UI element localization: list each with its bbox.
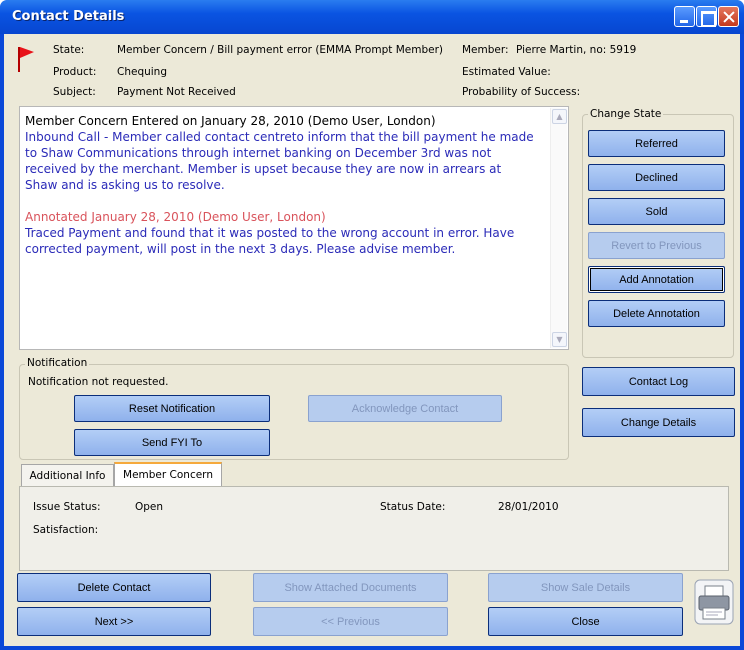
close-button[interactable]: Close — [488, 607, 683, 636]
tab-member-concern[interactable]: Member Concern — [114, 462, 222, 486]
next-button[interactable]: Next >> — [17, 607, 211, 636]
maximize-button[interactable] — [696, 6, 717, 27]
close-window-button[interactable] — [718, 6, 739, 27]
declined-button[interactable]: Declined — [588, 164, 725, 191]
note-text-line: received by the merchant. Member is upse… — [25, 162, 502, 176]
subject-label: Subject: — [53, 86, 96, 98]
send-fyi-button[interactable]: Send FYI To — [74, 429, 270, 456]
note-text-line: to Shaw Communications through internet … — [25, 146, 492, 160]
scroll-up-arrow-icon[interactable]: ▲ — [552, 109, 567, 124]
product-label: Product: — [53, 66, 97, 78]
note-text-line: corrected payment, will post in the next… — [25, 242, 456, 256]
notes-scrollbar[interactable]: ▲ ▼ — [550, 108, 567, 348]
satisfaction-label: Satisfaction: — [33, 524, 99, 536]
note-text-line: Traced Payment and found that it was pos… — [25, 226, 515, 240]
contact-details-window: Contact Details State: Member Concern / … — [0, 0, 744, 650]
previous-button[interactable]: << Previous — [253, 607, 448, 636]
member-concern-panel: Issue Status: Open Status Date: 28/01/20… — [19, 486, 729, 571]
estimated-value-label: Estimated Value: — [462, 66, 551, 78]
window-title: Contact Details — [12, 9, 125, 24]
annotation-header: Annotated January 28, 2010 (Demo User, L… — [25, 210, 326, 224]
minimize-button[interactable] — [674, 6, 695, 27]
state-value: Member Concern / Bill payment error (EMM… — [117, 44, 443, 56]
subject-value: Payment Not Received — [117, 86, 236, 98]
add-annotation-button[interactable]: Add Annotation — [588, 266, 725, 293]
member-value: Pierre Martin, no: 5919 — [516, 44, 637, 56]
delete-annotation-button[interactable]: Delete Annotation — [588, 300, 725, 327]
acknowledge-contact-button[interactable]: Acknowledge Contact — [308, 395, 502, 422]
state-label: State: — [53, 44, 85, 56]
notes-textbox[interactable]: Member Concern Entered on January 28, 20… — [19, 106, 569, 350]
scroll-down-arrow-icon[interactable]: ▼ — [552, 332, 567, 347]
revert-to-previous-button[interactable]: Revert to Previous — [588, 232, 725, 259]
flag-icon — [18, 47, 34, 72]
status-date-label: Status Date: — [380, 501, 446, 513]
show-sale-details-button[interactable]: Show Sale Details — [488, 573, 683, 602]
note-text-line: Shaw and is asking us to resolve. — [25, 178, 225, 192]
reset-notification-button[interactable]: Reset Notification — [74, 395, 270, 422]
show-attached-documents-button[interactable]: Show Attached Documents — [253, 573, 448, 602]
issue-status-value: Open — [135, 501, 164, 513]
client-area: State: Member Concern / Bill payment err… — [4, 34, 740, 646]
note-entry-header: Member Concern Entered on January 28, 20… — [25, 114, 436, 128]
notification-status: Notification not requested. — [28, 376, 169, 388]
printer-icon[interactable] — [694, 579, 734, 625]
sold-button[interactable]: Sold — [588, 198, 725, 225]
note-text-line: Inbound Call - Member called contact cen… — [25, 130, 534, 144]
delete-contact-button[interactable]: Delete Contact — [17, 573, 211, 602]
change-state-caption: Change State — [588, 108, 664, 120]
referred-button[interactable]: Referred — [588, 130, 725, 157]
notification-caption: Notification — [25, 357, 90, 369]
change-details-button[interactable]: Change Details — [582, 408, 735, 437]
product-value: Chequing — [117, 66, 168, 78]
title-bar[interactable]: Contact Details — [0, 0, 744, 34]
tab-additional-info[interactable]: Additional Info — [21, 464, 114, 486]
issue-status-label: Issue Status: — [33, 501, 101, 513]
status-date-value: 28/01/2010 — [498, 501, 559, 513]
member-label: Member: — [462, 44, 509, 56]
probability-label: Probability of Success: — [462, 86, 581, 98]
contact-log-button[interactable]: Contact Log — [582, 367, 735, 396]
